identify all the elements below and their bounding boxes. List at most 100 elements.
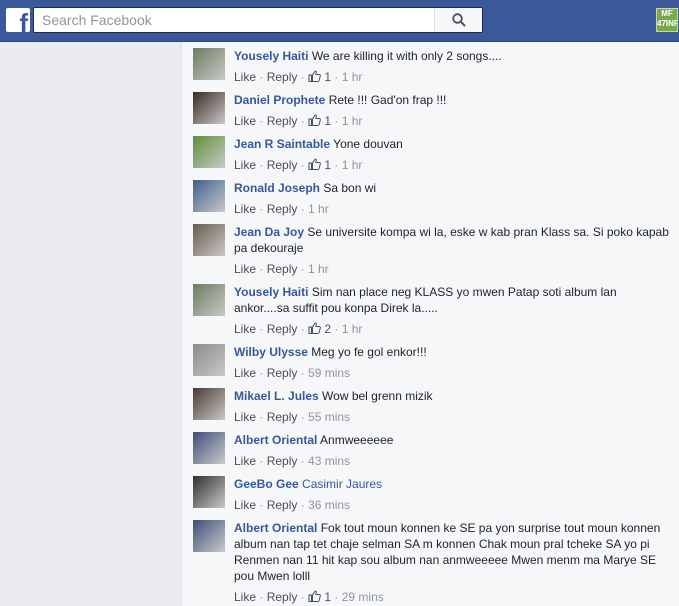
reply-link[interactable]: Reply	[267, 70, 298, 84]
comment-author[interactable]: Mikael L. Jules	[234, 389, 319, 403]
comment-author[interactable]: GeeBo Gee	[234, 477, 299, 491]
comment-author[interactable]: Yousely Haiti	[234, 285, 308, 299]
comment-actions: Like · Reply · 1 · 1 hr	[234, 69, 362, 85]
separator: ·	[297, 366, 309, 380]
avatar[interactable]	[193, 284, 225, 316]
comment-body: Albert Oriental Anmweeeeee	[234, 432, 674, 448]
like-link[interactable]: Like	[234, 262, 256, 276]
avatar[interactable]	[193, 224, 225, 256]
comment-text: We are killing it with only 2 songs....	[311, 49, 502, 63]
comment-timestamp[interactable]: 1 hr	[308, 262, 329, 276]
comment-actions: Like · Reply · 59 mins	[234, 365, 350, 381]
separator: ·	[331, 114, 342, 128]
like-link[interactable]: Like	[234, 498, 256, 512]
separator: ·	[256, 410, 267, 424]
separator: ·	[297, 262, 309, 276]
search-icon	[452, 13, 466, 27]
search-button[interactable]	[434, 8, 482, 32]
reply-link[interactable]: Reply	[267, 366, 298, 380]
comment-text: Sa bon wi	[323, 181, 377, 195]
like-count: 2	[321, 322, 332, 336]
separator: ·	[256, 454, 267, 468]
like-link[interactable]: Like	[234, 366, 256, 380]
reply-link[interactable]: Reply	[267, 498, 298, 512]
comment-body: Ronald Joseph Sa bon wi	[234, 180, 674, 196]
like-link[interactable]: Like	[234, 202, 256, 216]
comment-timestamp[interactable]: 1 hr	[342, 158, 363, 172]
separator: ·	[297, 498, 309, 512]
like-link[interactable]: Like	[234, 590, 256, 604]
comment-timestamp[interactable]: 43 mins	[308, 454, 350, 468]
like-count: 1	[321, 158, 332, 172]
comment-actions: Like · Reply · 36 mins	[234, 497, 350, 513]
avatar[interactable]	[193, 48, 225, 80]
comment-author[interactable]: Wilby Ulysse	[234, 345, 308, 359]
reply-link[interactable]: Reply	[267, 410, 298, 424]
reply-link[interactable]: Reply	[267, 454, 298, 468]
facebook-logo-icon[interactable]: f	[6, 8, 30, 32]
comment-author[interactable]: Ronald Joseph	[234, 181, 320, 195]
avatar[interactable]	[193, 520, 225, 552]
comment-actions: Like · Reply · 1 hr	[234, 261, 329, 277]
avatar[interactable]	[193, 476, 225, 508]
comment-timestamp[interactable]: 1 hr	[342, 322, 363, 336]
separator: ·	[331, 590, 342, 604]
avatar[interactable]	[193, 136, 225, 168]
separator: ·	[331, 322, 342, 336]
reply-link[interactable]: Reply	[267, 262, 298, 276]
comment-author[interactable]: Daniel Prophete	[234, 93, 325, 107]
avatar[interactable]	[193, 92, 225, 124]
reply-link[interactable]: Reply	[267, 158, 298, 172]
separator: ·	[297, 158, 309, 172]
comment-author[interactable]: Albert Oriental	[234, 521, 317, 535]
comment-timestamp[interactable]: 55 mins	[308, 410, 350, 424]
comment-actions: Like · Reply · 1 · 29 mins	[234, 589, 384, 605]
reply-link[interactable]: Reply	[267, 114, 298, 128]
search-input[interactable]	[34, 8, 434, 32]
comment-timestamp[interactable]: 29 mins	[342, 590, 384, 604]
thumbs-up-icon	[308, 70, 321, 82]
comment-timestamp[interactable]: 1 hr	[342, 70, 363, 84]
like-link[interactable]: Like	[234, 454, 256, 468]
avatar[interactable]	[193, 344, 225, 376]
like-link[interactable]: Like	[234, 322, 256, 336]
comment-actions: Like · Reply · 1 hr	[234, 201, 329, 217]
separator: ·	[297, 202, 309, 216]
like-link[interactable]: Like	[234, 114, 256, 128]
logo-letter: f	[19, 8, 28, 32]
comment-body: Daniel Prophete Rete !!! Gad'on frap !!!	[234, 92, 674, 108]
avatar[interactable]	[193, 388, 225, 420]
reply-link[interactable]: Reply	[267, 202, 298, 216]
like-count: 1	[321, 114, 332, 128]
comment-text: Anmweeeeee	[320, 433, 394, 447]
comment-author[interactable]: Jean R Saintable	[234, 137, 330, 151]
profile-badge[interactable]: MF 47INF	[656, 8, 678, 32]
reply-link[interactable]: Reply	[267, 590, 298, 604]
separator: ·	[256, 114, 267, 128]
comment-tagged-user[interactable]: Casimir Jaures	[302, 477, 382, 491]
comment-text: Yone douvan	[333, 137, 403, 151]
like-link[interactable]: Like	[234, 410, 256, 424]
comment-actions: Like · Reply · 55 mins	[234, 409, 350, 425]
comment-timestamp[interactable]: 1 hr	[342, 114, 363, 128]
comment-author[interactable]: Albert Oriental	[234, 433, 317, 447]
thumbs-up-icon	[308, 114, 321, 126]
comment-body: Jean R Saintable Yone douvan	[234, 136, 674, 152]
separator: ·	[256, 70, 267, 84]
separator: ·	[256, 498, 267, 512]
reply-link[interactable]: Reply	[267, 322, 298, 336]
comment-timestamp[interactable]: 36 mins	[308, 498, 350, 512]
avatar[interactable]	[193, 432, 225, 464]
comment-text: Rete !!! Gad'on frap !!!	[328, 93, 447, 107]
like-link[interactable]: Like	[234, 158, 256, 172]
like-count: 1	[321, 590, 332, 604]
comment-author[interactable]: Yousely Haiti	[234, 49, 308, 63]
like-link[interactable]: Like	[234, 70, 256, 84]
thumbs-up-icon	[308, 322, 321, 334]
avatar[interactable]	[193, 180, 225, 212]
comment-timestamp[interactable]: 1 hr	[308, 202, 329, 216]
comment-author[interactable]: Jean Da Joy	[234, 225, 304, 239]
separator: ·	[297, 70, 309, 84]
separator: ·	[297, 590, 309, 604]
comment-timestamp[interactable]: 59 mins	[308, 366, 350, 380]
